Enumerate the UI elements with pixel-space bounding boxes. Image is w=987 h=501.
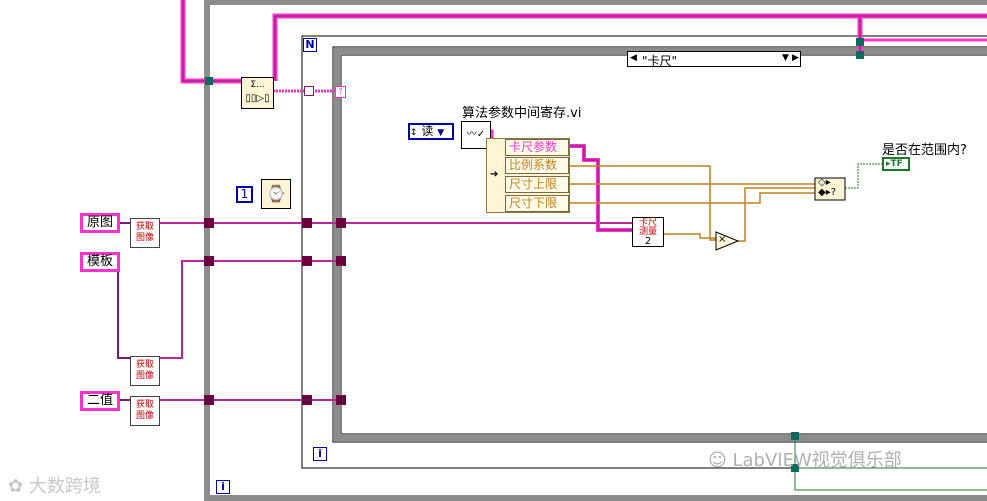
caliper-line3: 2 bbox=[644, 236, 652, 247]
wechat-icon: ☺ bbox=[708, 450, 727, 471]
get-image-line1: 获取 bbox=[135, 360, 154, 370]
boolean-indicator[interactable]: ▸TF bbox=[882, 157, 910, 171]
case-value: "卡尺" bbox=[642, 54, 678, 68]
get-image-line2: 图像 bbox=[135, 371, 154, 381]
case-tunnel bbox=[336, 218, 346, 228]
case-next-arrow[interactable]: ▶ bbox=[792, 53, 799, 63]
numeric-constant[interactable]: 1 bbox=[236, 186, 253, 203]
get-image-node[interactable]: 获取 图像 bbox=[130, 396, 160, 426]
get-image-line2: 图像 bbox=[135, 411, 154, 421]
mode-value: 读 bbox=[421, 124, 434, 138]
loop-tunnel bbox=[302, 395, 312, 405]
loop-tunnel bbox=[204, 256, 214, 266]
get-image-line2: 图像 bbox=[135, 233, 154, 243]
cluster-node[interactable]: Σ... ▯▯▷▯ bbox=[241, 77, 274, 109]
unbundle-item[interactable]: 卡尺参数 bbox=[505, 139, 569, 156]
multiply-icon[interactable]: × bbox=[718, 234, 726, 245]
loop-tunnel bbox=[302, 256, 312, 266]
get-image-line1: 获取 bbox=[135, 222, 154, 232]
loop-tunnel bbox=[204, 395, 214, 405]
control-binary-image[interactable]: 二值 bbox=[80, 391, 120, 411]
cluster-node-label: Σ... bbox=[250, 80, 265, 90]
unbundle-item[interactable]: 比例系数 bbox=[505, 157, 569, 174]
waveform-icon: 〰✓ bbox=[466, 129, 486, 140]
get-image-line1: 获取 bbox=[135, 400, 154, 410]
case-selector-label[interactable]: ◀ "卡尺" ▼ ▶ bbox=[627, 51, 801, 68]
logo-icon: ✿ bbox=[8, 476, 24, 497]
wait-icon[interactable]: ⌚ bbox=[261, 179, 291, 209]
case-tunnel bbox=[336, 395, 346, 405]
watermark-left: ✿ 大数跨境 bbox=[8, 472, 101, 498]
loop-tunnel bbox=[205, 77, 213, 85]
loop-count-terminal[interactable]: N bbox=[303, 38, 317, 52]
diamond-filled-icon: ◆▸ bbox=[818, 187, 831, 198]
loop-tunnel bbox=[791, 432, 799, 440]
loop-tunnel bbox=[204, 218, 214, 228]
unbundle-by-name[interactable]: ➔ 卡尺参数 比例系数 尺寸上限 尺寸下限 bbox=[486, 138, 570, 213]
get-image-node[interactable]: 获取 图像 bbox=[130, 356, 160, 386]
control-original-image[interactable]: 原图 bbox=[80, 213, 120, 233]
case-selector-terminal[interactable]: ? bbox=[335, 86, 346, 98]
iteration-terminal-outer: i bbox=[216, 480, 230, 494]
in-range-icon[interactable]: ◇▸ ◆▸? bbox=[818, 178, 836, 198]
array-icon: ▯▯▷▯ bbox=[245, 93, 270, 104]
indicator-type: TF bbox=[890, 159, 903, 169]
caliper-measure-node[interactable]: 卡尺 测量 2 bbox=[632, 217, 664, 247]
case-dropdown-icon[interactable]: ▼ bbox=[782, 53, 789, 63]
arrow-right-icon: ➔ bbox=[490, 169, 499, 180]
unbundle-item[interactable]: 尺寸下限 bbox=[505, 195, 569, 212]
case-prev-arrow[interactable]: ◀ bbox=[630, 53, 637, 63]
unbundle-item[interactable]: 尺寸上限 bbox=[505, 176, 569, 193]
loop-tunnel bbox=[856, 38, 864, 46]
watermark-right-text: LabVIEW视觉俱乐部 bbox=[732, 450, 902, 471]
watermark-right: ☺ LabVIEW视觉俱乐部 bbox=[708, 446, 902, 472]
loop-tunnel bbox=[302, 218, 312, 228]
in-range-label: 是否在范围内? bbox=[882, 143, 967, 158]
case-tunnel bbox=[336, 256, 346, 266]
mode-enum-constant[interactable]: ↕ 读 ▼ bbox=[408, 123, 454, 140]
loop-tunnel bbox=[856, 51, 864, 59]
control-template-image[interactable]: 模板 bbox=[80, 252, 120, 272]
shift-register-terminal bbox=[304, 86, 314, 96]
get-image-node[interactable]: 获取 图像 bbox=[130, 218, 160, 248]
iteration-terminal: i bbox=[313, 447, 327, 461]
watermark-left-text: 大数跨境 bbox=[28, 476, 101, 497]
select-symbol: ? bbox=[830, 187, 837, 198]
subvi-title: 算法参数中间寄存.vi bbox=[462, 106, 582, 121]
chevron-down-icon: ▼ bbox=[437, 128, 445, 138]
enum-arrows-icon: ↕ bbox=[410, 128, 418, 138]
